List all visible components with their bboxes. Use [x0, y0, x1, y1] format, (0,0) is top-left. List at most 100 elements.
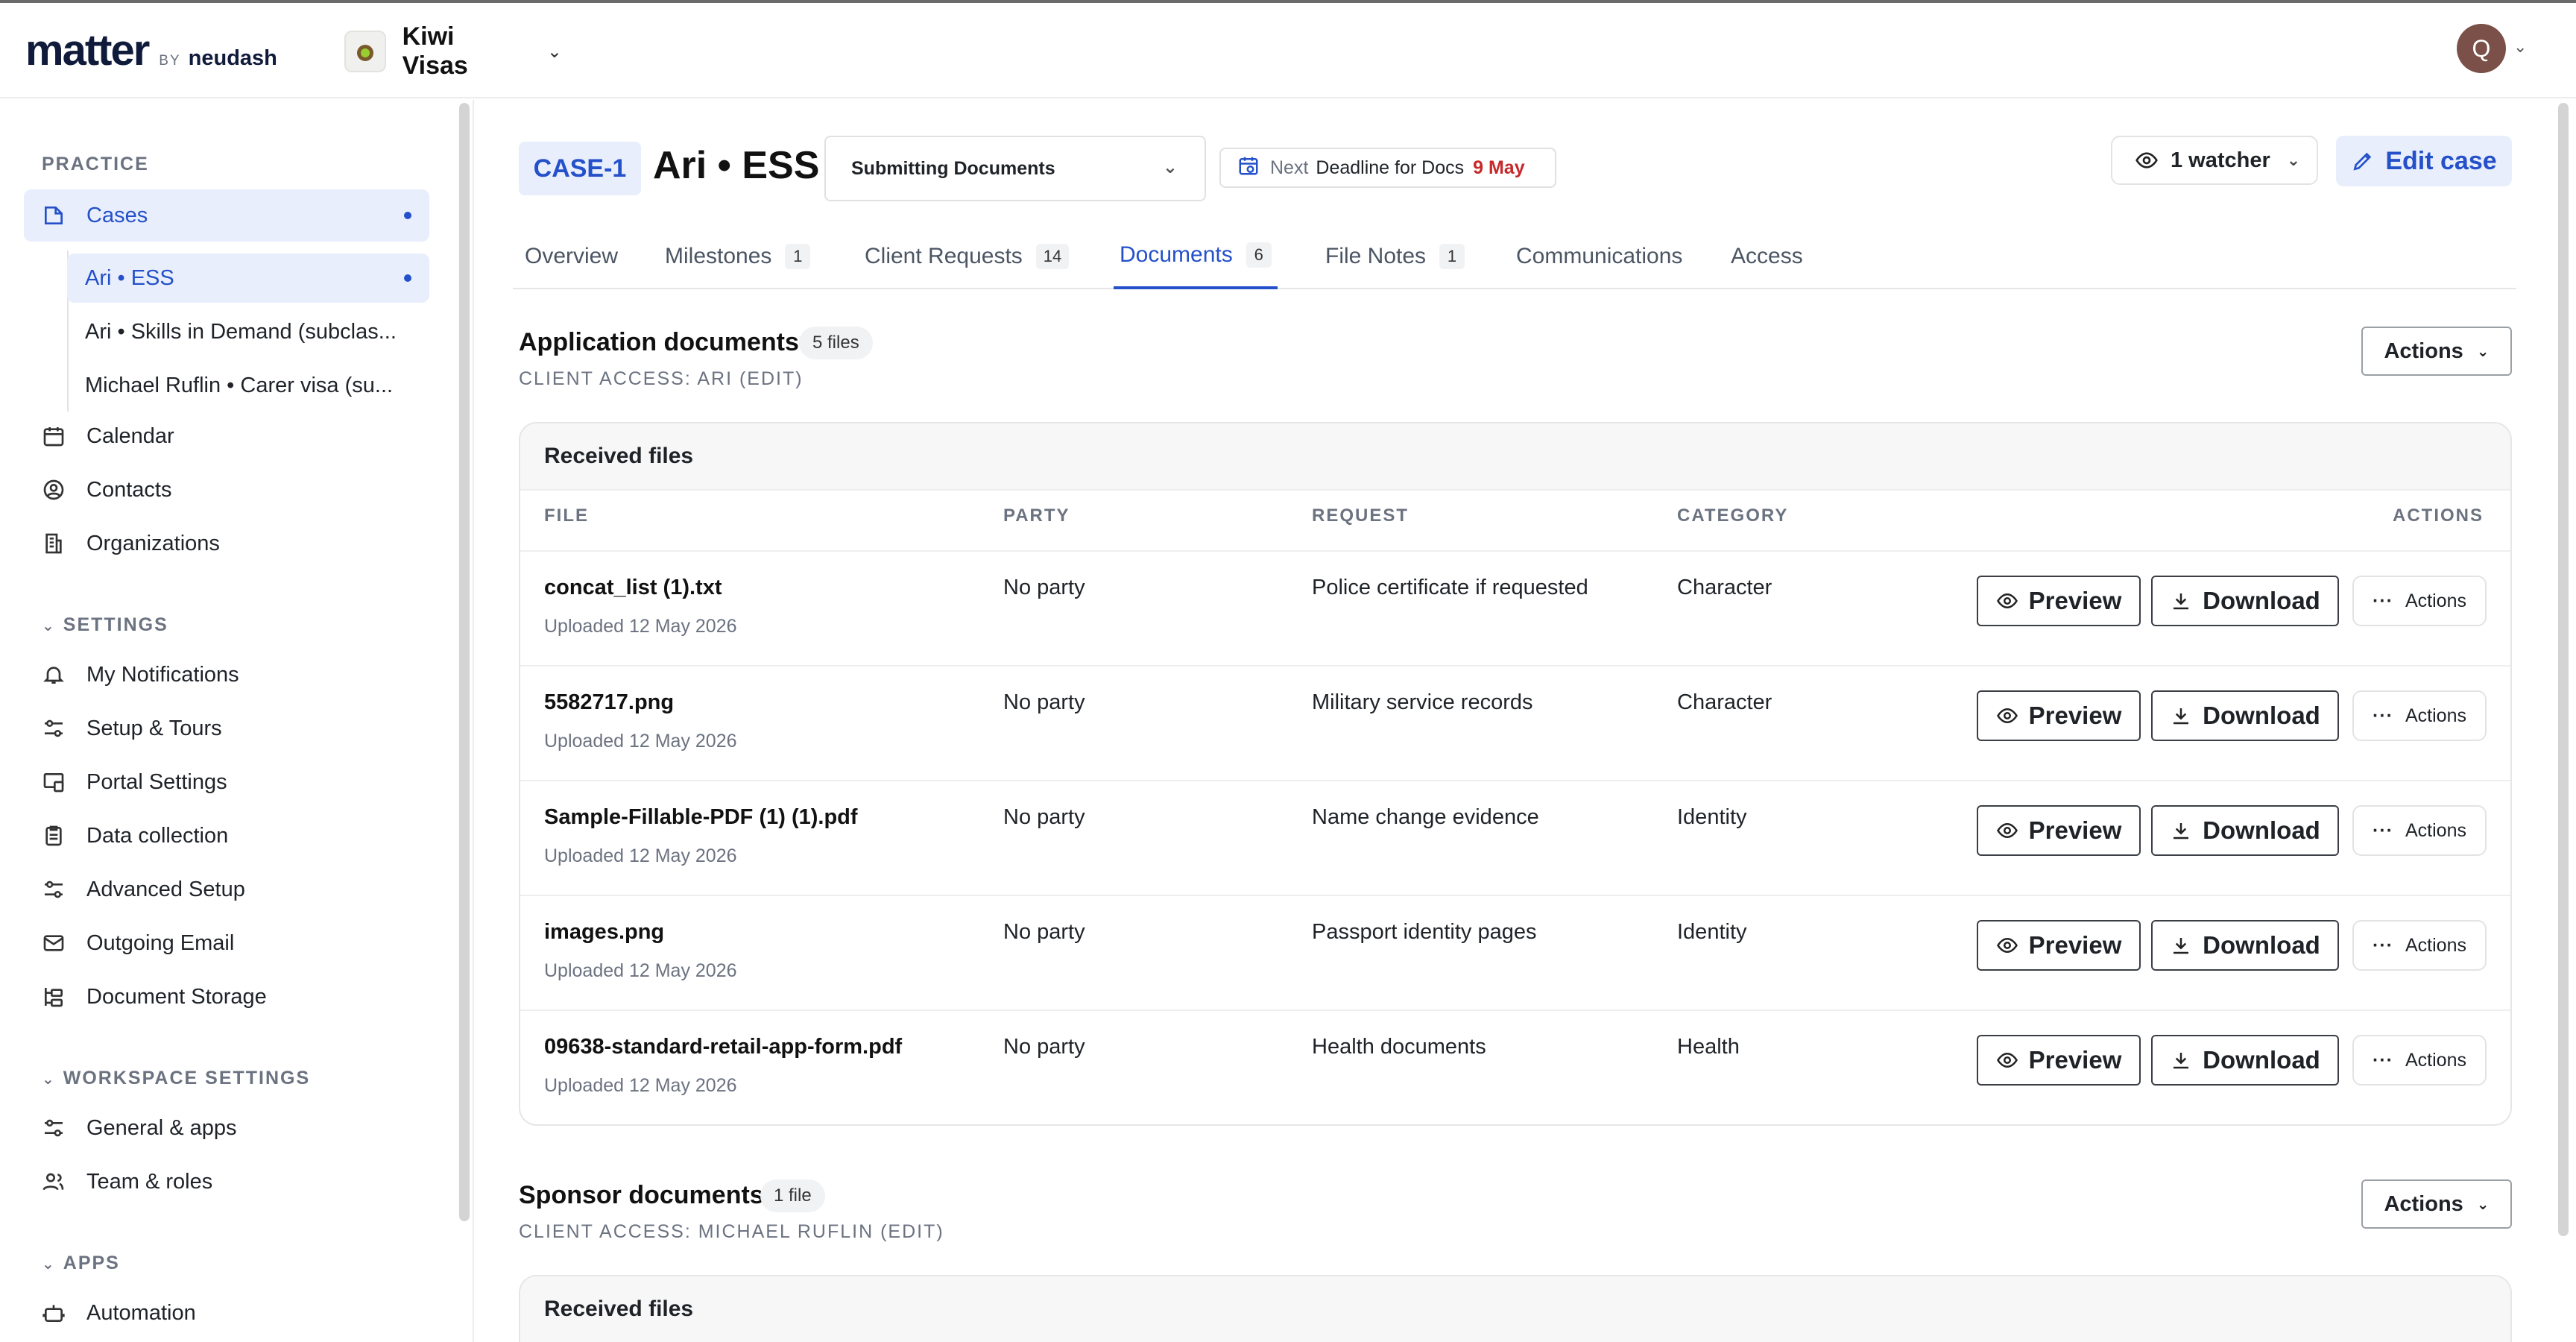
sidebar-item-label: Michael Ruflin • Carer visa (su... [85, 373, 394, 397]
sidebar-item-team-roles[interactable]: Team & roles [24, 1156, 429, 1208]
mail-icon [40, 930, 67, 957]
download-icon [2174, 593, 2189, 610]
sidebar-item-outgoing-email[interactable]: Outgoing Email [24, 917, 429, 969]
pencil-icon [2351, 149, 2385, 173]
file-name: Sample-Fillable-PDF (1) (1).pdf [544, 805, 858, 829]
sidebar-item-label: Portal Settings [86, 769, 227, 794]
tab-overview[interactable]: Overview [525, 224, 618, 289]
sliders-icon [40, 1115, 67, 1141]
row-actions-button[interactable]: ··· Actions [2352, 690, 2487, 741]
download-button[interactable]: Download [2151, 805, 2339, 856]
application-actions-button[interactable]: Actions ⌄ [2361, 327, 2512, 376]
file-name: 5582717.png [544, 690, 675, 714]
section-workspace-settings[interactable]: ⌄ WORKSPACE SETTINGS [42, 1068, 310, 1089]
chevron-down-icon: ⌄ [42, 1256, 56, 1273]
preview-button[interactable]: Preview [1977, 1035, 2141, 1086]
download-label: Download [2203, 931, 2320, 959]
tab-file-notes[interactable]: File Notes 1 [1325, 224, 1465, 289]
bell-icon [40, 661, 67, 688]
logo-neudash: neudash [188, 46, 277, 70]
app-logo[interactable]: matter BY neudash [25, 25, 277, 75]
sidebar-item-portal-settings[interactable]: Portal Settings [24, 756, 429, 808]
sidebar-item-general-apps[interactable]: General & apps [24, 1102, 429, 1154]
section-settings[interactable]: ⌄ SETTINGS [42, 614, 168, 636]
tab-access[interactable]: Access [1731, 224, 1803, 289]
main-scrollbar[interactable] [2558, 103, 2569, 1236]
tab-client-requests[interactable]: Client Requests 14 [865, 224, 1070, 289]
preview-button[interactable]: Preview [1977, 920, 2141, 971]
deadline-date: 9 May [1473, 157, 1525, 178]
sidebar-item-document-storage[interactable]: Document Storage [24, 971, 429, 1023]
tab-documents[interactable]: Documents 6 [1114, 224, 1278, 289]
download-icon [2174, 823, 2189, 839]
file-category: Identity [1677, 920, 1747, 944]
file-name: concat_list (1).txt [544, 576, 722, 599]
edit-case-button[interactable]: Edit case [2336, 136, 2512, 186]
more-dots-icon: ··· [2373, 934, 2393, 956]
sidebar-item-organizations[interactable]: Organizations [24, 517, 429, 570]
sliders-icon [40, 876, 67, 903]
next-deadline[interactable]: Next Deadline for Docs 9 May [1219, 148, 1556, 188]
eye-icon [1996, 708, 2018, 724]
sidebar-item-my-notifications[interactable]: My Notifications [24, 649, 429, 701]
sidebar-item-label: Outgoing Email [86, 930, 235, 955]
storage-icon [40, 983, 67, 1010]
row-actions-button[interactable]: ··· Actions [2352, 920, 2487, 971]
sidebar-case-ari-ess[interactable]: Ari • ESS [67, 253, 429, 303]
client-access-label: CLIENT ACCESS: MICHAEL RUFLIN (EDIT) [519, 1221, 944, 1242]
table-row: 09638-standard-retail-app-form.pdf Uploa… [520, 1009, 2510, 1124]
preview-button[interactable]: Preview [1977, 576, 2141, 626]
download-button[interactable]: Download [2151, 920, 2339, 971]
file-category: Character [1677, 576, 1772, 599]
sidebar-item-calendar[interactable]: Calendar [24, 410, 429, 462]
download-button[interactable]: Download [2151, 1035, 2339, 1086]
sidebar-item-label: Data collection [86, 823, 229, 848]
user-avatar[interactable]: Q [2457, 24, 2506, 73]
top-bar: matter BY neudash Kiwi Visas ⌄ Q ⌄ [0, 3, 2576, 98]
team-icon [40, 1168, 67, 1195]
clipboard-icon [40, 822, 67, 849]
files-count-badge: 1 file [760, 1179, 825, 1212]
sidebar-item-label: Ari • Skills in Demand (subclas... [85, 319, 397, 344]
file-uploaded: Uploaded 12 May 2026 [544, 1075, 737, 1096]
row-actions-button[interactable]: ··· Actions [2352, 1035, 2487, 1086]
sidebar-case-ari-skills[interactable]: Ari • Skills in Demand (subclas... [67, 307, 429, 356]
stage-select[interactable]: Submitting Documents ⌄ [824, 136, 1206, 201]
sidebar-item-contacts[interactable]: Contacts [24, 464, 429, 516]
row-actions-button[interactable]: ··· Actions [2352, 576, 2487, 626]
sidebar-item-automation[interactable]: Automation [24, 1287, 429, 1339]
sidebar-item-cases[interactable]: Cases [24, 189, 429, 242]
row-actions-label: Actions [2405, 705, 2466, 726]
row-actions-button[interactable]: ··· Actions [2352, 805, 2487, 856]
sidebar-item-label: Organizations [86, 531, 220, 555]
col-request: REQUEST [1312, 505, 1409, 526]
sponsor-actions-button[interactable]: Actions ⌄ [2361, 1179, 2512, 1229]
preview-button[interactable]: Preview [1977, 690, 2141, 741]
workspace-switcher[interactable]: Kiwi Visas ⌄ [337, 22, 569, 80]
file-request: Passport identity pages [1312, 920, 1537, 944]
download-button[interactable]: Download [2151, 576, 2339, 626]
file-party: No party [1003, 576, 1085, 599]
download-button[interactable]: Download [2151, 690, 2339, 741]
client-access-label: CLIENT ACCESS: ARI (EDIT) [519, 368, 804, 389]
eye-icon [1996, 593, 2018, 609]
sidebar-item-label: Calendar [86, 423, 174, 448]
sidebar-item-data-collection[interactable]: Data collection [24, 810, 429, 862]
sidebar-item-advanced-setup[interactable]: Advanced Setup [24, 863, 429, 916]
table-row: Sample-Fillable-PDF (1) (1).pdf Uploaded… [520, 780, 2510, 895]
preview-label: Preview [2028, 587, 2122, 614]
section-apps[interactable]: ⌄ APPS [42, 1253, 120, 1274]
file-request: Name change evidence [1312, 805, 1539, 829]
sidebar-item-label: Contacts [86, 477, 172, 502]
file-party: No party [1003, 805, 1085, 829]
preview-button[interactable]: Preview [1977, 805, 2141, 856]
table-row: 5582717.png Uploaded 12 May 2026 No part… [520, 665, 2510, 780]
chevron-down-icon[interactable]: ⌄ [2513, 37, 2527, 57]
tab-milestones[interactable]: Milestones 1 [665, 224, 811, 289]
watchers-button[interactable]: 1 watcher ⌄ [2111, 136, 2318, 185]
sidebar-scrollbar[interactable] [459, 103, 470, 1221]
tab-communications[interactable]: Communications [1516, 224, 1682, 289]
sidebar-item-setup-tours[interactable]: Setup & Tours [24, 702, 429, 755]
case-tabs: Overview Milestones 1 Client Requests 14 D… [513, 224, 2516, 289]
sidebar-case-michael-ruflin[interactable]: Michael Ruflin • Carer visa (su... [67, 361, 429, 410]
